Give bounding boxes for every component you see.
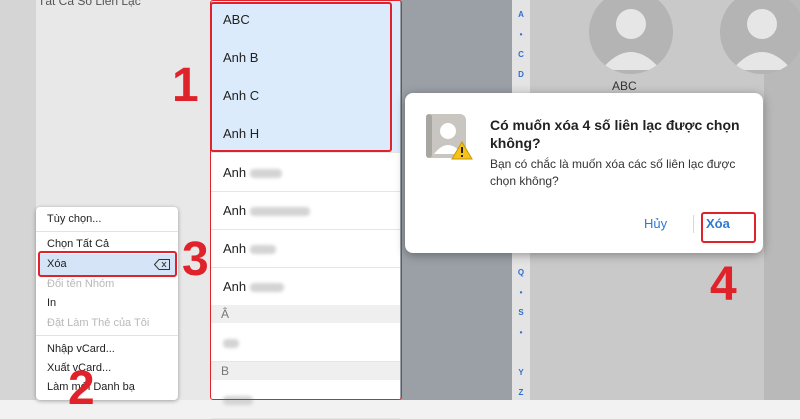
index-letter[interactable]: Q <box>512 268 530 277</box>
cancel-button[interactable]: Hủy <box>644 216 667 231</box>
index-letter[interactable]: • <box>512 288 530 297</box>
index-letter[interactable]: Y <box>512 368 530 377</box>
highlight-box-step4 <box>701 212 756 243</box>
contacts-app-icon <box>426 114 473 160</box>
dialog-title: Có muốn xóa 4 số liên lạc được chọn khôn… <box>490 117 740 151</box>
highlight-box-step3 <box>38 251 177 277</box>
highlight-box-list <box>210 0 402 400</box>
step-number: 4 <box>710 258 737 311</box>
dialog-message: Bạn có chắc là muốn xóa các số liên lạc … <box>490 157 736 188</box>
index-letter[interactable]: C <box>512 50 530 59</box>
menu-item-import-vcard[interactable]: Nhập vCard... <box>47 343 115 355</box>
menu-item-select-all[interactable]: Chọn Tất Cả <box>47 238 109 250</box>
step-number: 2 <box>68 362 95 415</box>
menu-item-print[interactable]: In <box>47 297 56 309</box>
index-letter[interactable]: • <box>512 328 530 337</box>
menu-separator <box>36 231 178 232</box>
index-letter[interactable]: A <box>512 10 530 19</box>
context-menu: Tùy chọn... Chọn Tất Cả Xóa Đổi tên Nhóm… <box>36 207 178 400</box>
index-letter[interactable]: • <box>512 30 530 39</box>
groups-title[interactable]: Tất Cả Số Liên Lạc <box>38 0 141 8</box>
menu-item-make-my-card: Đặt Làm Thẻ của Tôi <box>47 317 150 329</box>
step-number: 3 <box>182 233 209 286</box>
left-edge <box>0 0 36 400</box>
step-number: 1 <box>172 59 199 112</box>
menu-item-options[interactable]: Tùy chọn... <box>47 213 101 225</box>
menu-separator <box>36 335 178 336</box>
index-letter[interactable]: Z <box>512 388 530 397</box>
menu-item-rename-group: Đổi tên Nhóm <box>47 278 115 290</box>
index-letter[interactable]: S <box>512 308 530 317</box>
contact-card-name: ABC <box>612 79 637 93</box>
index-letter[interactable]: D <box>512 70 530 79</box>
button-divider <box>693 215 694 233</box>
